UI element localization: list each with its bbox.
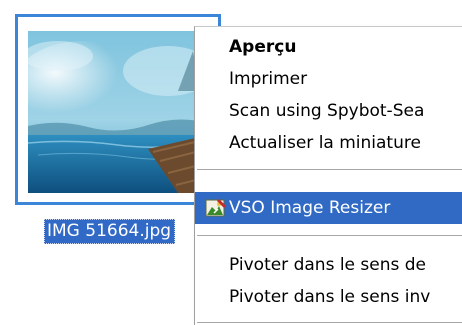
menu-item-imprimer[interactable]: Imprimer: [195, 63, 462, 95]
menu-item-pivoter-horaire[interactable]: Pivoter dans le sens de: [195, 249, 462, 281]
menu-item-vso-image-resizer[interactable]: VSO Image Resizer: [195, 192, 462, 224]
vso-image-resizer-icon: [205, 197, 227, 219]
menu-item-scan-spybot[interactable]: Scan using Spybot-Sea: [195, 95, 462, 127]
menu-item-label: VSO Image Resizer: [229, 198, 391, 218]
menu-item-apercu[interactable]: Aperçu: [195, 31, 462, 63]
file-thumbnail[interactable]: [15, 14, 221, 205]
file-name-label[interactable]: IMG 51664.jpg: [44, 219, 176, 244]
menu-item-actualiser-miniature[interactable]: Actualiser la miniature: [195, 127, 462, 159]
menu-separator: [197, 322, 462, 324]
explorer-view: IMG 51664.jpg Aperçu Imprimer Scan using…: [0, 0, 462, 325]
menu-separator: [197, 235, 462, 237]
menu-separator: [197, 169, 462, 171]
image-preview: [28, 31, 208, 193]
menu-item-pivoter-antihoraire[interactable]: Pivoter dans le sens inv: [195, 281, 462, 313]
context-menu: Aperçu Imprimer Scan using Spybot-Sea Ac…: [194, 26, 462, 325]
